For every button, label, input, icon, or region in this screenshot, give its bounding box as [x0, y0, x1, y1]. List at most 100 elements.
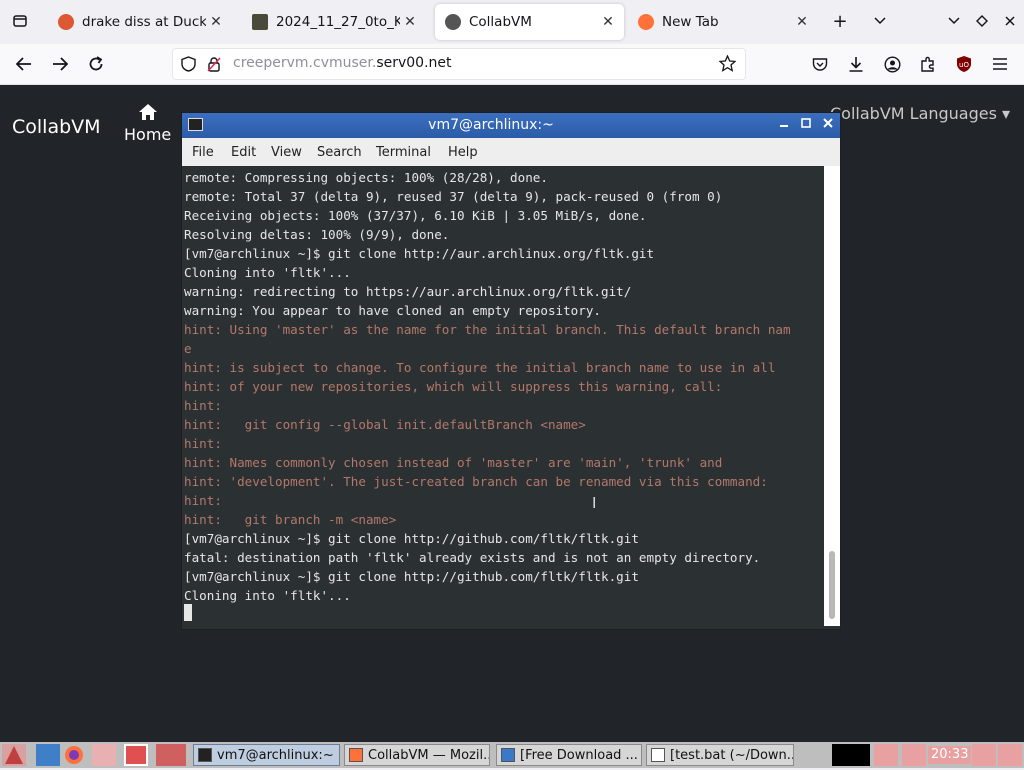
desktop-3-icon[interactable] — [156, 744, 186, 766]
terminal-line: hint: of your new repositories, which wi… — [184, 379, 723, 394]
browser-tab[interactable]: drake diss at DuckDu✕ — [48, 4, 232, 40]
extensions-icon[interactable] — [914, 50, 942, 78]
tab-close-icon[interactable]: ✕ — [400, 14, 420, 30]
pocket-icon[interactable] — [806, 50, 834, 78]
tab-close-icon[interactable]: ✕ — [598, 14, 618, 30]
terminal-maximize-icon[interactable] — [798, 117, 814, 133]
tab-title: drake diss at DuckDu — [82, 14, 206, 30]
url-domain: serv00.net — [376, 55, 452, 71]
terminal-minimize-icon[interactable] — [776, 117, 792, 133]
terminal-line: hint: git branch -m <name> — [184, 512, 397, 527]
terminal-line: Cloning into 'fltk'... — [184, 588, 351, 603]
url-text[interactable]: creepervm.cvmuser.serv00.net — [233, 55, 452, 71]
firefox-icon — [349, 748, 363, 762]
minimize-window-icon[interactable] — [940, 7, 968, 35]
taskbar-app-label: [test.bat (~/Down... — [670, 747, 794, 763]
terminal-menu-edit[interactable]: Edit — [231, 145, 256, 160]
browser-tab-bar: drake diss at DuckDu✕2024_11_27_0to_Klek… — [0, 0, 1024, 44]
terminal-title: vm7@archlinux:~ — [428, 117, 554, 133]
desktop-1-icon[interactable] — [92, 744, 116, 766]
terminal-line: warning: You appear to have cloned an em… — [184, 303, 602, 318]
account-icon[interactable] — [878, 50, 906, 78]
terminal-menu-view[interactable]: View — [271, 145, 302, 160]
terminal-menu-terminal[interactable]: Terminal — [376, 145, 431, 160]
url-subdomain: creepervm.cvmuser. — [233, 55, 377, 71]
shield-icon[interactable] — [181, 56, 196, 76]
restore-window-icon[interactable] — [968, 7, 996, 35]
browser-tab[interactable]: CollabVM ✕ — [435, 4, 624, 40]
reload-icon[interactable] — [82, 50, 110, 78]
terminal-line: remote: Compressing objects: 100% (28/28… — [184, 170, 548, 185]
terminal-line: warning: redirecting to https://aur.arch… — [184, 284, 632, 299]
system-monitor-icon[interactable] — [832, 744, 870, 766]
browser-nav-bar: creepervm.cvmuser.serv00.net uO — [0, 44, 1024, 85]
terminal-line: Resolving deltas: 100% (9/9), done. — [184, 227, 450, 242]
collabvm-icon — [445, 14, 461, 30]
address-bar[interactable]: creepervm.cvmuser.serv00.net — [172, 48, 746, 80]
tab-overflow-chevron-icon[interactable] — [866, 7, 894, 35]
terminal-close-icon[interactable] — [820, 117, 836, 133]
taskbar-app-label: CollabVM — Mozil... — [368, 747, 490, 763]
app-launcher-icon[interactable] — [2, 744, 26, 766]
svg-text:uO: uO — [959, 61, 969, 69]
close-window-icon[interactable] — [996, 7, 1024, 35]
terminal-line: fatal: destination path 'fltk' already e… — [184, 550, 761, 565]
power-icon[interactable] — [972, 744, 996, 766]
firefox-launcher-icon[interactable] — [62, 744, 86, 766]
home-icon — [124, 103, 171, 125]
browser-tab[interactable]: 2024_11_27_0to_Klek✕ — [242, 4, 426, 40]
taskbar-app-button[interactable]: [test.bat (~/Down... — [646, 744, 794, 766]
tab-close-icon[interactable]: ✕ — [206, 14, 226, 30]
terminal-line: hint: 'development'. The just-created br… — [184, 474, 768, 489]
back-arrow-icon[interactable] — [10, 50, 38, 78]
terminal-menubar: File Edit View Search Terminal Help — [182, 138, 840, 166]
firefox-icon — [638, 14, 654, 30]
terminal-line: e — [184, 341, 192, 356]
terminal-menu-file[interactable]: File — [192, 145, 214, 160]
collabvm-brand[interactable]: CollabVM — [12, 116, 101, 138]
hamburger-menu-icon[interactable] — [986, 50, 1014, 78]
home-label: Home — [124, 125, 172, 144]
terminal-line: hint: Using 'master' as the name for the… — [184, 322, 791, 337]
terminal-scrollbar-thumb[interactable] — [829, 551, 835, 619]
file-manager-icon[interactable] — [36, 744, 60, 766]
languages-dropdown[interactable]: CollabVM Languages ▾ — [830, 104, 1010, 123]
window-icon — [501, 748, 515, 762]
tab-title: New Tab — [662, 14, 719, 30]
terminal-titlebar[interactable]: vm7@archlinux:~ — [182, 113, 840, 138]
bookmark-star-icon[interactable] — [718, 54, 737, 76]
taskbar-app-button[interactable]: vm7@archlinux:~ — [193, 744, 340, 766]
terminal-menu-search[interactable]: Search — [317, 145, 362, 160]
terminal-line: hint: is subject to change. To configure… — [184, 360, 776, 375]
tab-list-icon[interactable] — [6, 7, 34, 35]
terminal-line: hint: — [184, 436, 222, 451]
logout-icon[interactable] — [902, 744, 926, 766]
home-nav-link[interactable]: Home — [124, 103, 171, 144]
terminal-scrollbar[interactable] — [824, 166, 840, 626]
forward-arrow-icon[interactable] — [46, 50, 74, 78]
insecure-lock-icon[interactable] — [207, 56, 221, 76]
terminal-line: hint: Names commonly chosen instead of '… — [184, 455, 723, 470]
video-thumbnail-icon — [252, 14, 268, 30]
terminal-line: hint: — [184, 398, 222, 413]
clock[interactable]: 20:33 — [928, 746, 972, 764]
tab-title: CollabVM — [469, 14, 532, 30]
taskbar-app-button[interactable]: [Free Download ... — [496, 744, 642, 766]
taskbar-app-button[interactable]: CollabVM — Mozil... — [344, 744, 490, 766]
vm-taskbar: vm7@archlinux:~ CollabVM — Mozil... [Free … — [0, 742, 1024, 768]
taskbar-app-label: [Free Download ... — [520, 747, 638, 763]
notification-icon[interactable] — [998, 744, 1022, 766]
new-tab-button[interactable]: + — [826, 7, 854, 35]
browser-tab[interactable]: New Tab ✕ — [628, 4, 818, 40]
network-icon[interactable] — [874, 744, 898, 766]
duckduckgo-icon — [58, 14, 74, 30]
tab-close-icon[interactable]: ✕ — [792, 14, 812, 30]
desktop-2-icon[interactable] — [124, 744, 148, 766]
terminal-menu-help[interactable]: Help — [448, 145, 478, 160]
downloads-icon[interactable] — [842, 50, 870, 78]
terminal-line: Receiving objects: 100% (37/37), 6.10 Ki… — [184, 208, 647, 223]
document-icon — [651, 748, 665, 762]
languages-label: CollabVM Languages ▾ — [830, 104, 1011, 123]
ublock-origin-icon[interactable]: uO — [950, 50, 978, 78]
terminal-output[interactable]: remote: Compressing objects: 100% (28/28… — [182, 166, 824, 626]
